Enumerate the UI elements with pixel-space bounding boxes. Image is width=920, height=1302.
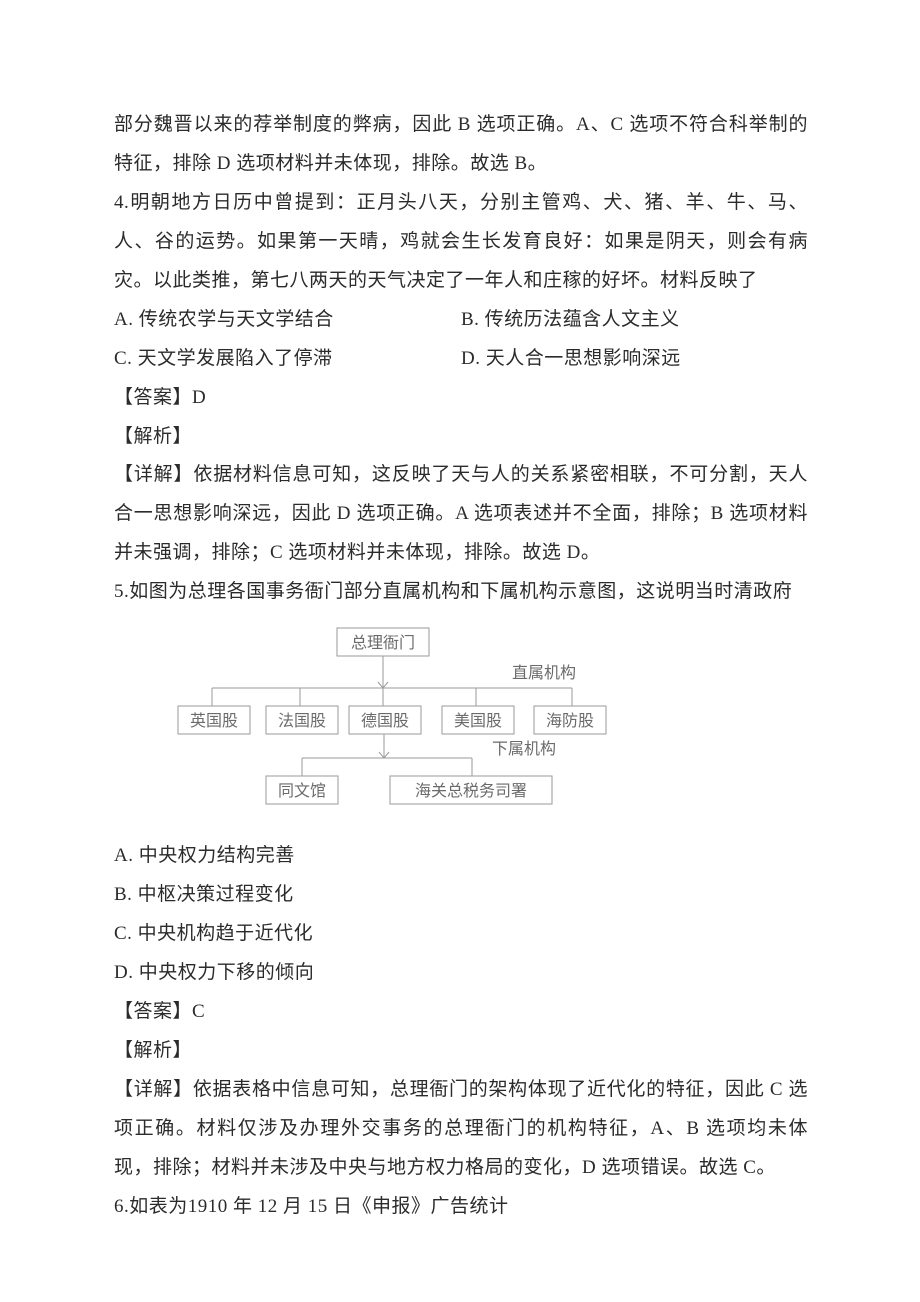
q4-options-row2: C. 天文学发展陷入了停滞 D. 天人合一思想影响深远 <box>114 340 808 379</box>
q5-stem: 5.如图为总理各国事务衙门部分直属机构和下属机构示意图，这说明当时清政府 <box>114 573 808 612</box>
q4-option-a: A. 传统农学与天文学结合 <box>114 301 461 340</box>
q6-stem: 6.如表为1910 年 12 月 15 日《申报》广告统计 <box>114 1188 808 1227</box>
q4-option-b: B. 传统历法蕴含人文主义 <box>461 301 808 340</box>
q5-option-d: D. 中央权力下移的倾向 <box>114 954 808 993</box>
diagram-tag-direct: 直属机构 <box>512 664 576 682</box>
q5-analysis-detail: 【详解】依据表格中信息可知，总理衙门的架构体现了近代化的特征，因此 C 选项正确… <box>114 1071 808 1188</box>
diagram-top-box: 总理衙门 <box>351 634 415 652</box>
q5-diagram: 总理衙门 直属机构 英国股 法国股 德国股 美国股 海防股 下属机构 同文馆 海… <box>172 626 808 831</box>
q5-analysis-label: 【解析】 <box>114 1032 808 1071</box>
q4-options-row1: A. 传统农学与天文学结合 B. 传统历法蕴含人文主义 <box>114 301 808 340</box>
q4-analysis-label: 【解析】 <box>114 418 808 457</box>
q5-option-c: C. 中央机构趋于近代化 <box>114 915 808 954</box>
diagram-box-uk: 英国股 <box>190 712 238 730</box>
q5-option-a: A. 中央权力结构完善 <box>114 837 808 876</box>
org-chart-svg: 总理衙门 直属机构 英国股 法国股 德国股 美国股 海防股 下属机构 同文馆 海… <box>172 626 642 816</box>
diagram-box-customs: 海关总税务司署 <box>415 782 527 800</box>
q4-stem: 4.明朝地方日历中曾提到：正月头八天，分别主管鸡、犬、猪、羊、牛、马、人、谷的运… <box>114 184 808 301</box>
diagram-box-fr: 法国股 <box>278 712 326 730</box>
diagram-box-haifang: 海防股 <box>546 712 594 730</box>
diagram-tag-sub: 下属机构 <box>492 740 556 758</box>
diagram-box-us: 美国股 <box>454 712 502 730</box>
q5-option-b: B. 中枢决策过程变化 <box>114 876 808 915</box>
diagram-box-tongwenguan: 同文馆 <box>278 782 326 800</box>
q4-answer: 【答案】D <box>114 379 808 418</box>
q4-analysis-detail: 【详解】依据材料信息可知，这反映了天与人的关系紧密相联，不可分割，天人合一思想影… <box>114 456 808 573</box>
diagram-box-de: 德国股 <box>361 712 409 730</box>
previous-question-continuation: 部分魏晋以来的荐举制度的弊病，因此 B 选项正确。A、C 选项不符合科举制的特征… <box>114 106 808 184</box>
document-page: 部分魏晋以来的荐举制度的弊病，因此 B 选项正确。A、C 选项不符合科举制的特征… <box>0 0 920 1302</box>
q5-answer: 【答案】C <box>114 993 808 1032</box>
q4-option-c: C. 天文学发展陷入了停滞 <box>114 340 461 379</box>
q4-option-d: D. 天人合一思想影响深远 <box>461 340 808 379</box>
